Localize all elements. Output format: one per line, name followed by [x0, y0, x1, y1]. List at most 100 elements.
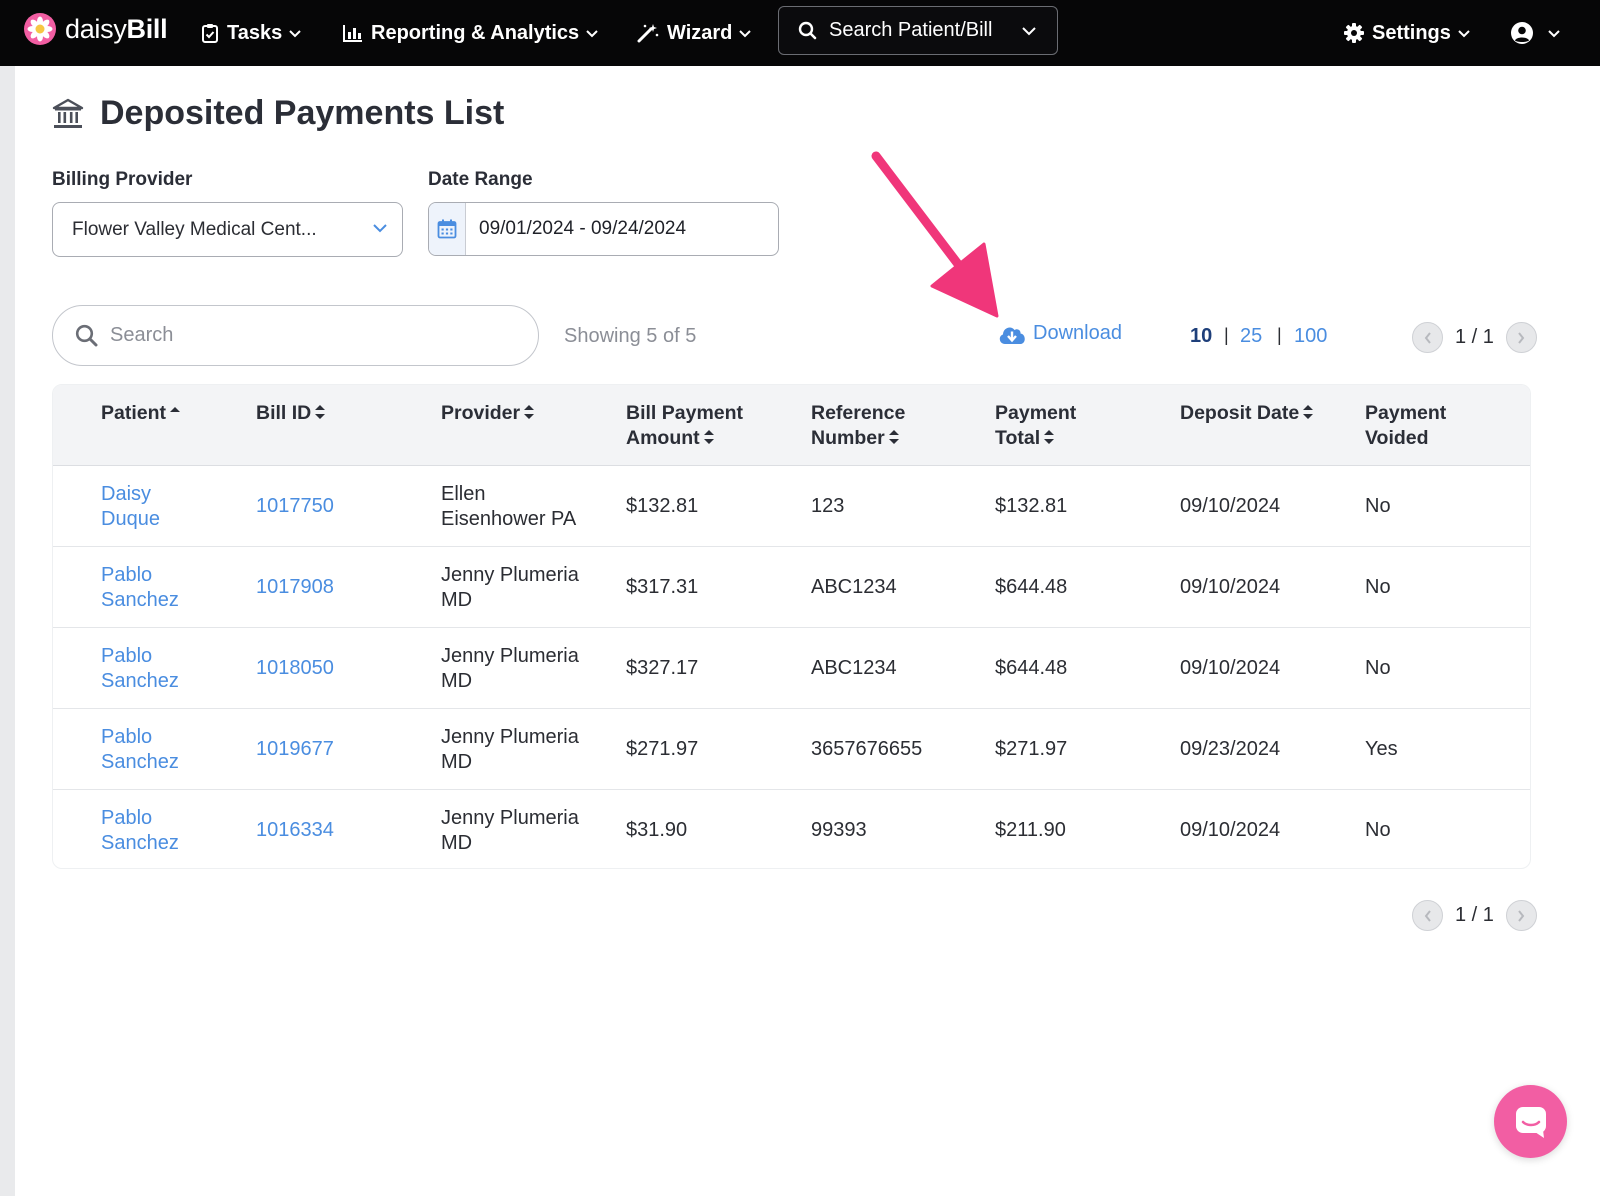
header-reference-number[interactable]: Reference Number [811, 401, 905, 451]
header-patient-label: Patient [101, 402, 167, 424]
sort-asc-icon [170, 407, 181, 412]
cell-payment-voided-text: No [1365, 656, 1391, 681]
billing-provider-select[interactable]: Flower Valley Medical Cent... [52, 202, 403, 257]
header-payment-voided-line1: Payment [1365, 402, 1447, 424]
cell-bill-id-text: 1016334 [256, 818, 334, 843]
cell-payment-total-text: $271.97 [995, 737, 1067, 762]
cell-bill-payment-amount-text: $31.90 [626, 818, 687, 843]
prev-page-button[interactable] [1412, 900, 1443, 931]
cell-patient[interactable]: Pablo Sanchez [101, 709, 179, 790]
cell-patient-line: Pablo [101, 725, 153, 748]
cell-deposit-date-text: 09/10/2024 [1180, 494, 1280, 519]
nav-reporting[interactable]: Reporting & Analytics [343, 18, 599, 48]
cell-bill-payment-amount-text: $327.17 [626, 656, 698, 681]
header-payment-voided-line2: Voided [1365, 427, 1429, 449]
date-range-value: 09/01/2024 - 09/24/2024 [479, 218, 687, 239]
cell-bill-payment-amount-text: $271.97 [626, 737, 698, 762]
cell-bill-payment-amount-line: $31.90 [626, 819, 688, 841]
cell-reference-number: ABC1234 [811, 547, 897, 628]
patient-bill-search[interactable]: Search Patient/Bill [778, 6, 1058, 55]
user-menu[interactable] [1511, 18, 1561, 48]
cell-provider-line: MD [441, 588, 473, 611]
cell-patient-text: Pablo Sanchez [101, 806, 179, 856]
prev-page-button[interactable] [1412, 322, 1443, 353]
header-deposit-date[interactable]: Deposit Date [1180, 401, 1314, 426]
cell-bill-id-text: 1018050 [256, 656, 334, 681]
cell-deposit-date-text: 09/10/2024 [1180, 575, 1280, 600]
table-row: Pablo Sanchez 1016334 Jenny Plumeria MD $31.9… [53, 790, 1530, 868]
cell-payment-total-line: $211.90 [995, 819, 1066, 841]
cell-reference-number: 99393 [811, 790, 867, 868]
page-size-100[interactable]: 100 [1294, 325, 1327, 348]
table-search-input[interactable] [110, 324, 490, 347]
nav-settings[interactable]: Settings [1344, 18, 1471, 48]
cell-bill-id-line: 1016334 [256, 819, 334, 841]
header-bill-id[interactable]: Bill ID [256, 401, 326, 426]
cell-patient[interactable]: Pablo Sanchez [101, 628, 179, 709]
cell-deposit-date-text: 09/10/2024 [1180, 656, 1280, 681]
cell-reference-number-text: 99393 [811, 818, 867, 843]
cell-reference-number-text: ABC1234 [811, 575, 897, 600]
header-reference-number-line2: Number [811, 427, 885, 449]
cell-reference-number-line: 3657676655 [811, 738, 923, 760]
header-patient[interactable]: Patient [101, 401, 181, 426]
brand-logo[interactable]: daisyBill [24, 13, 168, 45]
cell-bill-id-text: 1019677 [256, 737, 334, 762]
magic-wand-icon [637, 24, 659, 43]
cell-patient[interactable]: Pablo Sanchez [101, 790, 179, 868]
cell-bill-payment-amount-text: $132.81 [626, 494, 698, 519]
clipboard-check-icon [202, 24, 218, 43]
cell-deposit-date: 09/10/2024 [1180, 790, 1280, 868]
cell-bill-id[interactable]: 1018050 [256, 628, 334, 709]
header-provider-label: Provider [441, 402, 521, 424]
header-bill-payment-amount[interactable]: Bill Payment Amount [626, 401, 743, 451]
cell-payment-total-line: $644.48 [995, 576, 1068, 598]
cell-bill-id-text: 1017750 [256, 494, 334, 519]
page-size-separator: | [1277, 325, 1282, 345]
cell-patient[interactable]: Daisy Duque [101, 466, 160, 547]
cell-payment-voided: Yes [1365, 709, 1398, 790]
cell-provider: Jenny Plumeria MD [441, 790, 579, 868]
nav-wizard[interactable]: Wizard [637, 18, 752, 48]
top-navbar: daisyBill Tasks Reporting & Analytics Wi… [0, 0, 1600, 66]
chevron-down-icon [739, 30, 752, 38]
cell-bill-id[interactable]: 1017908 [256, 547, 334, 628]
nav-tasks[interactable]: Tasks [201, 18, 302, 48]
cell-provider-line: Jenny Plumeria [441, 563, 579, 586]
header-payment-total[interactable]: Payment Total [995, 401, 1076, 451]
next-page-button[interactable] [1505, 900, 1537, 931]
cell-patient-text: Pablo Sanchez [101, 563, 179, 613]
next-page-button[interactable] [1505, 322, 1537, 353]
chat-launcher-button[interactable] [1494, 1085, 1567, 1158]
cell-payment-voided: No [1365, 547, 1391, 628]
calendar-icon [437, 219, 457, 239]
header-provider[interactable]: Provider [441, 401, 535, 426]
cell-bill-id[interactable]: 1017750 [256, 466, 334, 547]
daisy-flower-icon [24, 13, 56, 45]
cell-payment-total: $211.90 [995, 790, 1066, 868]
date-range-picker[interactable]: 09/01/2024 - 09/24/2024 [428, 202, 779, 256]
download-button[interactable]: Download [997, 322, 1122, 345]
page-size-separator: | [1224, 325, 1229, 345]
cell-bill-id[interactable]: 1019677 [256, 709, 334, 790]
table-search-box[interactable] [52, 305, 539, 366]
cell-reference-number-text: 3657676655 [811, 737, 922, 762]
page-size-10[interactable]: 10 [1190, 325, 1212, 348]
cell-bill-id[interactable]: 1016334 [256, 790, 334, 868]
chevron-left-icon [1424, 909, 1431, 922]
cell-bill-id-line: 1017750 [256, 495, 334, 517]
cell-payment-total: $644.48 [995, 628, 1067, 709]
cell-payment-total-line: $132.81 [995, 495, 1068, 517]
cell-reference-number-text: 123 [811, 494, 844, 519]
cell-reference-number: 123 [811, 466, 844, 547]
page-size-25[interactable]: 25 [1240, 325, 1262, 348]
calendar-button[interactable] [429, 203, 466, 255]
cell-payment-voided: No [1365, 790, 1391, 868]
chat-bubble-icon [1515, 1106, 1546, 1138]
cell-patient-line: Pablo [101, 806, 153, 829]
cell-deposit-date-line: 09/10/2024 [1180, 576, 1281, 598]
cell-patient[interactable]: Pablo Sanchez [101, 547, 179, 628]
cell-payment-total-text: $132.81 [995, 494, 1067, 519]
cell-payment-voided-line: No [1365, 495, 1391, 517]
brand-name: daisyBill [65, 14, 168, 45]
